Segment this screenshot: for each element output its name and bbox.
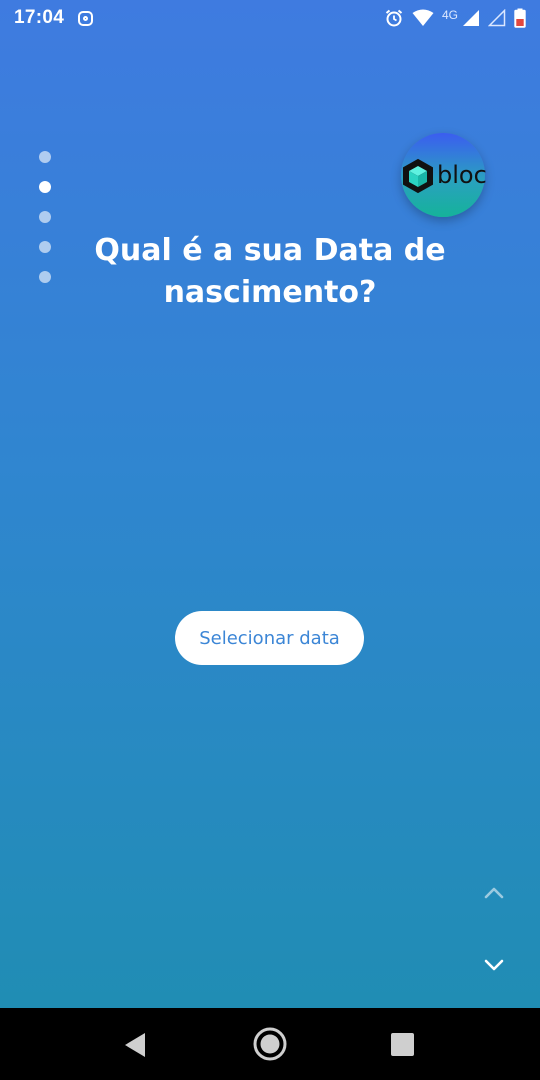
home-icon[interactable] bbox=[252, 1026, 288, 1062]
network-type-label: 4G bbox=[441, 8, 458, 22]
status-time: 17:04 bbox=[14, 7, 65, 28]
bloc-logo: bloc bbox=[401, 133, 487, 217]
battery-icon bbox=[514, 8, 526, 28]
instagram-icon bbox=[78, 10, 94, 26]
status-left: 17:04 bbox=[14, 7, 94, 29]
recent-apps-icon[interactable] bbox=[391, 1033, 414, 1056]
page-dot-2-active[interactable] bbox=[39, 181, 51, 193]
chevron-up-icon[interactable] bbox=[483, 882, 505, 904]
page-indicator bbox=[39, 151, 51, 301]
signal-icon bbox=[463, 10, 479, 26]
question-title: Qual é a sua Data de nascimento? bbox=[60, 230, 480, 314]
status-bar: 17:04 4G bbox=[0, 0, 540, 36]
back-icon[interactable] bbox=[123, 1032, 147, 1058]
signal-empty-icon bbox=[488, 9, 506, 27]
page-dot-4[interactable] bbox=[39, 241, 51, 253]
page-dot-3[interactable] bbox=[39, 211, 51, 223]
chevron-down-icon[interactable] bbox=[483, 954, 505, 976]
alarm-icon bbox=[385, 9, 403, 27]
logo-text: bloc bbox=[437, 161, 487, 189]
page-dot-5[interactable] bbox=[39, 271, 51, 283]
wifi-icon bbox=[412, 9, 434, 26]
question-line-2: nascimento? bbox=[163, 275, 377, 310]
question-line-1: Qual é a sua Data de bbox=[94, 233, 446, 268]
cube-icon bbox=[403, 158, 433, 194]
select-date-button[interactable]: Selecionar data bbox=[175, 611, 364, 665]
status-right: 4G bbox=[384, 8, 526, 28]
page-dot-1[interactable] bbox=[39, 151, 51, 163]
